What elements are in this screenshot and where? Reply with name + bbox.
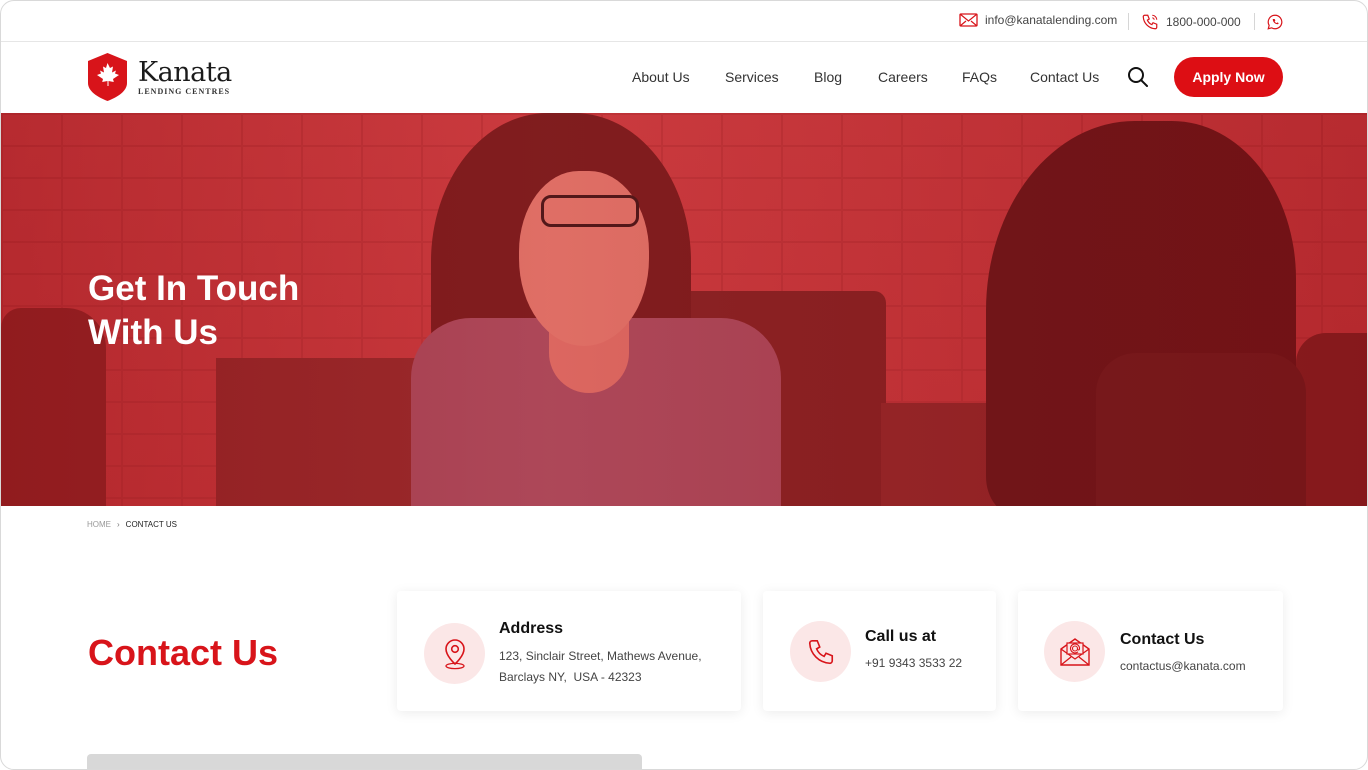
card-icon-circle	[424, 623, 485, 684]
address-line: 123, Sinclair Street, Mathews Avenue,	[499, 649, 702, 663]
search-icon	[1128, 67, 1148, 87]
hero-banner: Get In Touch With Us	[1, 113, 1367, 506]
email-address[interactable]: contactus@kanata.com	[1120, 656, 1246, 677]
phone-number[interactable]: +91 9343 3533 22	[865, 653, 962, 674]
breadcrumb-chevron-icon: ›	[117, 520, 120, 529]
email-card: Contact Us contactus@kanata.com	[1018, 591, 1283, 711]
nav-services[interactable]: Services	[725, 69, 779, 85]
hero-heading: Get In Touch With Us	[88, 267, 299, 355]
apply-now-button[interactable]: Apply Now	[1174, 57, 1283, 97]
topbar-phone-link[interactable]: 1800-000-000	[1141, 13, 1241, 31]
card-icon-circle	[1044, 621, 1105, 682]
map-embed[interactable]	[87, 754, 642, 769]
phone-icon	[808, 639, 833, 664]
topbar-email: info@kanatalending.com	[985, 13, 1118, 27]
hero-heading-line: With Us	[88, 313, 218, 352]
location-pin-icon	[444, 638, 465, 669]
contact-section-title: Contact Us	[88, 632, 279, 673]
main-navbar: Kanata LENDING CENTRES About Us Services…	[1, 42, 1367, 116]
address-text: 123, Sinclair Street, Mathews Avenue, Ba…	[499, 646, 734, 688]
address-card: Address 123, Sinclair Street, Mathews Av…	[397, 591, 741, 711]
brand-text: Kanata LENDING CENTRES	[138, 59, 232, 96]
topbar-divider	[1254, 13, 1255, 30]
whatsapp-icon	[1267, 14, 1283, 30]
nav-blog[interactable]: Blog	[814, 69, 842, 85]
hero-heading-line: Get In Touch	[88, 269, 300, 308]
nav-faqs[interactable]: FAQs	[962, 69, 997, 85]
email-title: Contact Us	[1120, 631, 1205, 648]
address-line: Barclays NY, USA - 42323	[499, 670, 642, 684]
nav-careers[interactable]: Careers	[878, 69, 928, 85]
brand-logo[interactable]: Kanata LENDING CENTRES	[87, 52, 232, 102]
nav-contact-us[interactable]: Contact Us	[1030, 69, 1100, 116]
topbar-phone: 1800-000-000	[1166, 15, 1241, 29]
address-title: Address	[499, 620, 564, 637]
mail-icon	[959, 13, 978, 27]
breadcrumb: HOME › CONTACT US	[87, 520, 177, 529]
whatsapp-link[interactable]	[1266, 13, 1284, 31]
envelope-at-icon	[1059, 637, 1090, 666]
nav-about-us[interactable]: About Us	[632, 69, 690, 85]
phone-icon	[1142, 14, 1158, 30]
topbar-divider	[1128, 13, 1129, 30]
brand-subtitle: LENDING CENTRES	[138, 86, 231, 96]
brand-name: Kanata	[138, 56, 232, 88]
breadcrumb-home-link[interactable]: HOME	[87, 520, 111, 529]
breadcrumb-current: CONTACT US	[125, 520, 177, 529]
top-bar: info@kanatalending.com 1800-000-000	[1, 1, 1367, 42]
topbar-email-link[interactable]: info@kanatalending.com	[959, 13, 1117, 27]
card-icon-circle	[790, 621, 851, 682]
browser-frame: info@kanatalending.com 1800-000-000 Kana…	[0, 0, 1368, 770]
phone-title: Call us at	[865, 628, 937, 645]
search-button[interactable]	[1127, 66, 1149, 93]
phone-card: Call us at +91 9343 3533 22	[763, 591, 996, 711]
maple-leaf-shield-icon	[88, 53, 127, 101]
